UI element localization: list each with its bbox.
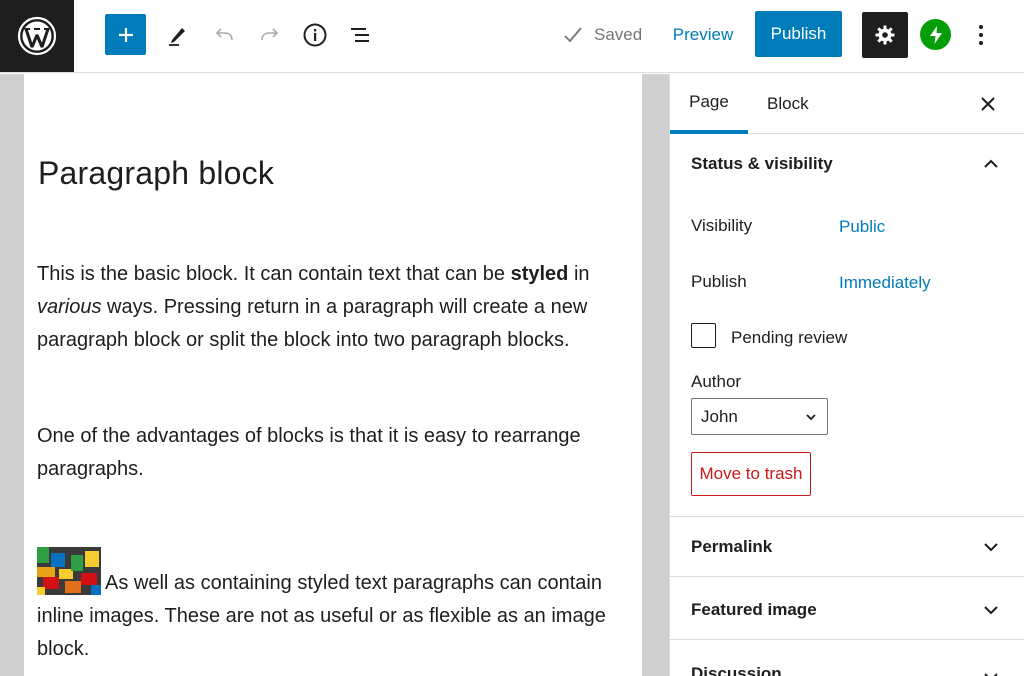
chevron-down-icon xyxy=(981,667,1001,676)
jetpack-icon xyxy=(929,25,942,44)
paragraph-block[interactable]: One of the advantages of blocks is that … xyxy=(37,420,627,486)
pending-review-label[interactable]: Pending review xyxy=(731,328,847,348)
move-to-trash-button[interactable]: Move to trash xyxy=(691,452,811,496)
italic-text: various xyxy=(37,296,102,318)
panel-title: Discussion xyxy=(691,664,782,676)
redo-icon xyxy=(261,28,279,41)
inline-image-lego xyxy=(37,547,101,595)
more-options-button[interactable] xyxy=(966,17,996,53)
tab-page-label: Page xyxy=(689,92,729,111)
paragraph-text: This is the basic block. It can contain … xyxy=(37,263,511,285)
redo-button[interactable] xyxy=(252,17,288,53)
close-icon xyxy=(981,97,995,111)
featured-image-panel-toggle[interactable]: Featured image xyxy=(670,580,1024,640)
author-label: Author xyxy=(691,372,742,391)
tools-button[interactable] xyxy=(160,17,196,53)
publish-button[interactable]: Publish xyxy=(755,11,842,57)
tab-page[interactable]: Page xyxy=(670,74,748,134)
visibility-toggle[interactable]: Public xyxy=(839,217,885,237)
preview-button[interactable]: Preview xyxy=(660,14,746,56)
paragraph-text: As well as containing styled text paragr… xyxy=(37,572,606,660)
pencil-icon xyxy=(169,28,185,46)
details-button[interactable] xyxy=(297,17,333,53)
gear-icon xyxy=(875,25,895,45)
list-view-button[interactable] xyxy=(342,17,378,53)
chevron-down-icon xyxy=(806,414,816,421)
wordpress-icon xyxy=(17,16,57,56)
pending-review-checkbox[interactable] xyxy=(691,323,716,348)
chevron-up-icon xyxy=(981,154,1001,174)
info-icon xyxy=(303,23,327,47)
status-visibility-panel-toggle[interactable]: Status & visibility xyxy=(670,134,1024,194)
list-view-icon xyxy=(351,28,369,42)
editor-header: Saved Preview Publish xyxy=(0,0,1024,73)
add-block-button[interactable] xyxy=(105,14,146,55)
author-select[interactable]: John xyxy=(691,398,828,435)
more-vertical-icon xyxy=(979,25,983,45)
paragraph-text: One of the advantages of blocks is that … xyxy=(37,425,581,480)
discussion-panel-toggle[interactable]: Discussion xyxy=(670,643,1024,676)
chevron-down-icon xyxy=(981,537,1001,557)
chevron-down-icon xyxy=(981,600,1001,620)
undo-icon xyxy=(215,28,233,41)
publish-label: Publish xyxy=(691,272,747,291)
saved-label: Saved xyxy=(594,25,643,44)
visibility-label: Visibility xyxy=(691,216,753,235)
panel-title: Featured image xyxy=(691,599,817,619)
permalink-panel-toggle[interactable]: Permalink xyxy=(670,517,1024,577)
paragraph-text: ways. Pressing return in a paragraph wil… xyxy=(37,296,588,351)
paragraph-block[interactable]: This is the basic block. It can contain … xyxy=(37,258,627,357)
panel-title: Status & visibility xyxy=(691,154,833,173)
plus-icon xyxy=(118,27,133,42)
post-title[interactable]: Paragraph block xyxy=(38,155,274,192)
tab-block[interactable]: Block xyxy=(767,74,809,134)
saved-indicator: Saved xyxy=(562,22,642,48)
settings-button[interactable] xyxy=(862,12,908,58)
sidebar-tabs: Page Block xyxy=(670,74,1024,134)
settings-sidebar: Page Block Status & visibility Visibilit… xyxy=(669,74,1024,676)
author-value: John xyxy=(701,406,738,426)
check-icon xyxy=(564,27,582,43)
jetpack-button[interactable] xyxy=(920,19,951,50)
paragraph-block[interactable]: As well as containing styled text paragr… xyxy=(37,547,627,666)
bold-text: styled xyxy=(510,263,569,285)
panel-title: Permalink xyxy=(691,536,773,556)
wordpress-logo-button[interactable] xyxy=(0,0,74,72)
close-sidebar-button[interactable] xyxy=(976,92,1000,116)
undo-button[interactable] xyxy=(206,17,242,53)
publish-date-toggle[interactable]: Immediately xyxy=(839,273,931,293)
paragraph-text: in xyxy=(568,263,590,285)
tab-block-label: Block xyxy=(767,94,809,113)
